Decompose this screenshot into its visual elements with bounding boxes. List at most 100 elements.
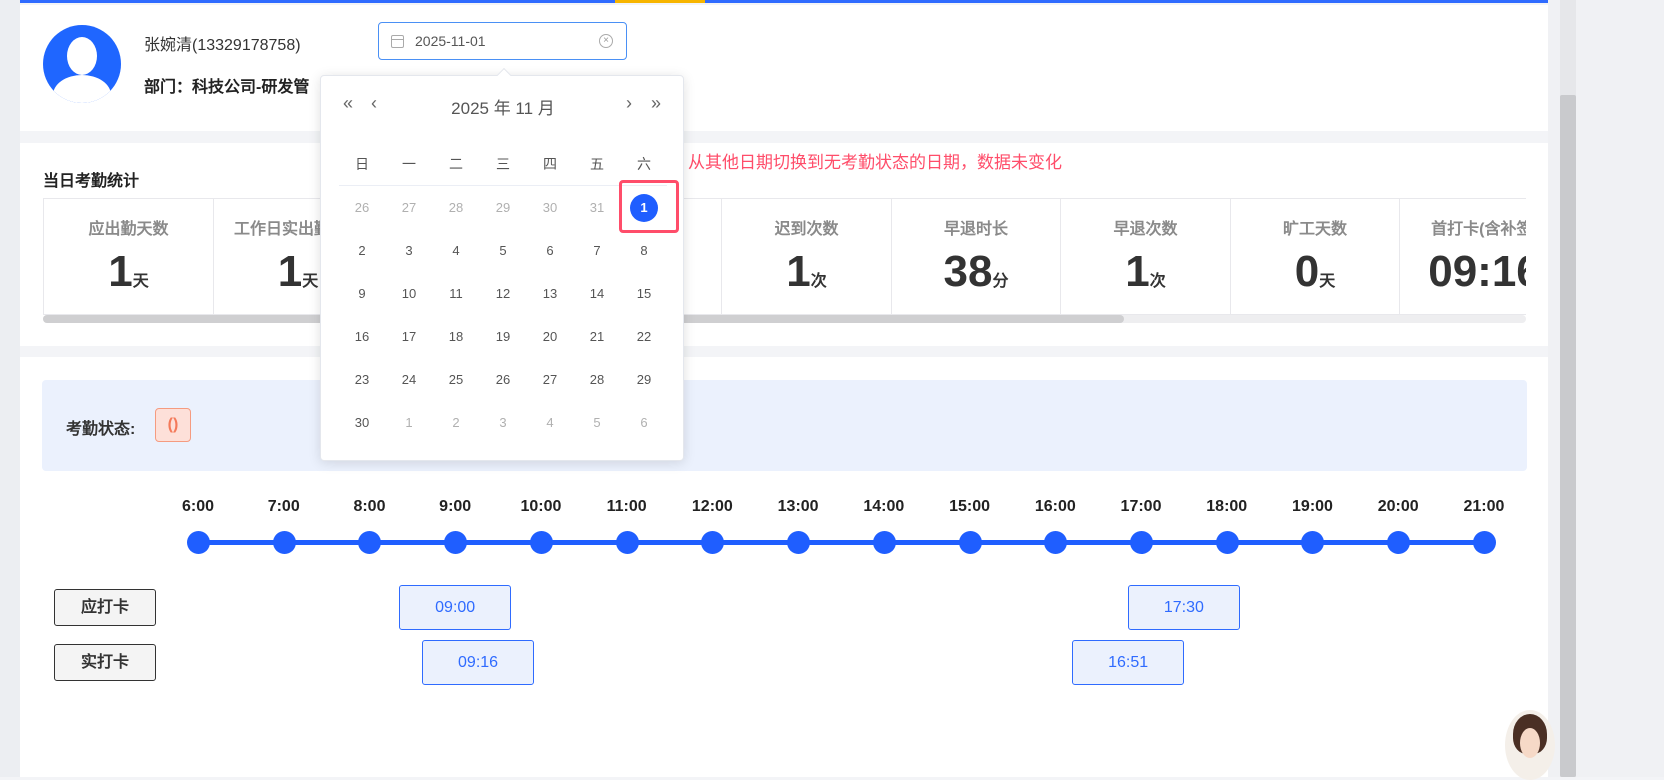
- attendance-status-bar: 考勤状态: (): [42, 380, 1527, 471]
- calendar-day[interactable]: 29: [488, 193, 518, 223]
- stat-label: 早退时长: [943, 221, 1008, 238]
- top-accent-bar: [0, 0, 1548, 3]
- hour-label: 10:00: [520, 498, 562, 515]
- stat-card: 迟到次数 1次: [721, 199, 891, 314]
- calendar-icon: [391, 35, 404, 48]
- calendar-day[interactable]: 2: [347, 236, 377, 266]
- calendar-day[interactable]: 16: [347, 322, 377, 352]
- stat-value: 09:16: [1400, 247, 1526, 307]
- weekday-header: 一: [402, 156, 416, 172]
- scrollbar-thumb[interactable]: [1560, 95, 1576, 777]
- hour-label: 20:00: [1377, 498, 1419, 515]
- calendar-day[interactable]: 25: [441, 365, 471, 395]
- calendar-day[interactable]: 30: [347, 408, 377, 438]
- calendar-day[interactable]: 3: [394, 236, 424, 266]
- timeline-dot: [1215, 531, 1239, 554]
- weekday-header: 四: [543, 156, 557, 172]
- calendar-day[interactable]: 4: [535, 408, 565, 438]
- next-year-button[interactable]: »: [651, 93, 661, 114]
- stat-value: 38分: [892, 247, 1061, 307]
- calendar-day[interactable]: 27: [535, 365, 565, 395]
- calendar-day[interactable]: 6: [535, 236, 565, 266]
- weekday-header: 三: [496, 156, 510, 172]
- calendar-day[interactable]: 3: [488, 408, 518, 438]
- left-gutter: [0, 0, 20, 777]
- calendar-day[interactable]: 10: [394, 279, 424, 309]
- calendar-day[interactable]: 29: [629, 365, 659, 395]
- timeline-dot: [187, 531, 210, 554]
- calendar-day[interactable]: 11: [441, 279, 471, 309]
- stat-unit: 分: [992, 273, 1009, 290]
- stat-number: 1: [277, 247, 303, 296]
- stat-value: 0天: [1231, 247, 1400, 307]
- calendar-day[interactable]: 18: [441, 322, 471, 352]
- punch-time-box[interactable]: 09:00: [399, 585, 512, 630]
- calendar-day[interactable]: 8: [629, 236, 659, 266]
- actual-punch-button[interactable]: 实打卡: [54, 644, 156, 681]
- next-month-button[interactable]: ›: [626, 93, 632, 114]
- stat-card: 首打卡(含补签) 09:16: [1399, 199, 1526, 314]
- calendar-day[interactable]: 23: [347, 365, 377, 395]
- hour-label: 6:00: [181, 498, 215, 515]
- calendar-day[interactable]: 17: [394, 322, 424, 352]
- scheduled-punch-button[interactable]: 应打卡: [54, 589, 156, 626]
- timeline-dot: [1472, 531, 1496, 554]
- calendar-day[interactable]: 24: [394, 365, 424, 395]
- timeline-dot: [272, 531, 296, 554]
- calendar-day[interactable]: 14: [582, 279, 612, 309]
- calendar-day[interactable]: 1: [394, 408, 424, 438]
- calendar-day[interactable]: 30: [535, 193, 565, 223]
- stat-label: 迟到次数: [774, 221, 839, 238]
- clear-icon[interactable]: ×: [599, 34, 613, 48]
- page-scrollbar[interactable]: [1548, 0, 1664, 777]
- date-picker-input[interactable]: 2025-11-01 ×: [378, 22, 627, 60]
- date-value: 2025-11-01: [415, 33, 486, 49]
- calendar-day[interactable]: 31: [582, 193, 612, 223]
- hour-label: 16:00: [1034, 498, 1076, 515]
- calendar-day[interactable]: 7: [582, 236, 612, 266]
- stat-number: 38: [943, 247, 993, 296]
- timeline-axis: [198, 540, 1484, 545]
- calendar-day[interactable]: 26: [347, 193, 377, 223]
- stat-label: 首打卡(含补签): [1431, 221, 1526, 238]
- hour-label: 13:00: [777, 498, 819, 515]
- calendar-day[interactable]: 12: [488, 279, 518, 309]
- stat-unit: 次: [810, 273, 827, 290]
- calendar-day[interactable]: 5: [488, 236, 518, 266]
- avatar: [43, 25, 121, 103]
- calendar-day[interactable]: 20: [535, 322, 565, 352]
- stat-label: 应出勤天数: [88, 221, 169, 238]
- assistant-avatar[interactable]: [1505, 710, 1555, 780]
- calendar-day[interactable]: 28: [582, 365, 612, 395]
- punch-time-box[interactable]: 09:16: [422, 640, 535, 685]
- hour-label: 11:00: [606, 498, 647, 515]
- calendar-day[interactable]: 6: [629, 408, 659, 438]
- status-badge: (): [155, 408, 191, 442]
- calendar-day[interactable]: 28: [441, 193, 471, 223]
- calendar-day[interactable]: 9: [347, 279, 377, 309]
- cards-horizontal-scrollbar[interactable]: [43, 315, 1526, 323]
- status-label: 考勤状态:: [66, 421, 136, 438]
- punch-time-box[interactable]: 16:51: [1072, 640, 1185, 685]
- calendar-day[interactable]: 15: [629, 279, 659, 309]
- calendar-day[interactable]: 13: [535, 279, 565, 309]
- calendar-day[interactable]: 5: [582, 408, 612, 438]
- hour-label: 18:00: [1206, 498, 1248, 515]
- user-header-panel: [20, 5, 1548, 131]
- timeline-dot: [787, 531, 811, 554]
- calendar-day[interactable]: 2: [441, 408, 471, 438]
- calendar-day[interactable]: 19: [488, 322, 518, 352]
- stat-number: 1: [108, 247, 133, 296]
- calendar-day[interactable]: 4: [441, 236, 471, 266]
- stat-number: 1: [1125, 247, 1150, 296]
- stat-unit: 天: [302, 273, 319, 290]
- hour-label: 12:00: [691, 498, 733, 515]
- calendar-day[interactable]: 26: [488, 365, 518, 395]
- punch-time-box[interactable]: 17:30: [1127, 585, 1240, 630]
- calendar-day[interactable]: 22: [629, 322, 659, 352]
- calendar-day[interactable]: 27: [394, 193, 424, 223]
- stat-value: 1次: [1061, 247, 1230, 307]
- calendar-day[interactable]: 21: [582, 322, 612, 352]
- weekday-header: 五: [590, 156, 604, 172]
- hour-label: 8:00: [353, 498, 386, 515]
